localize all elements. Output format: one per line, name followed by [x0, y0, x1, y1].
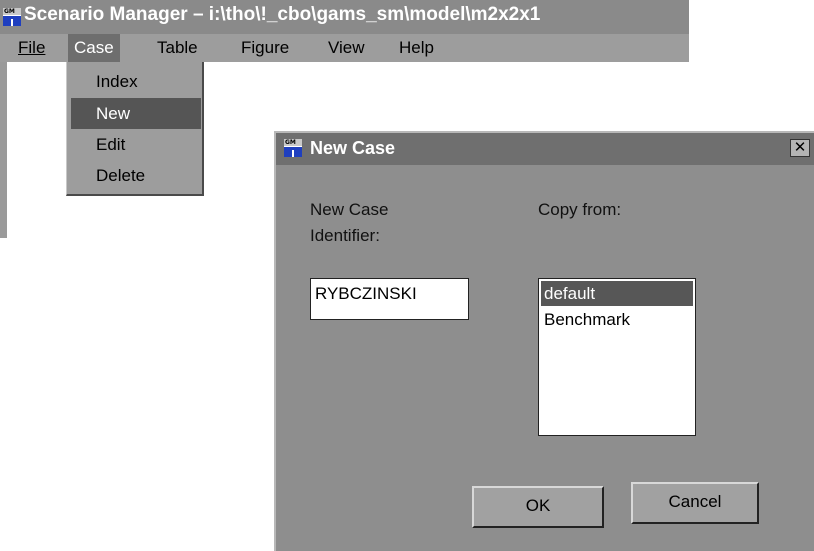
case-identifier-label-line2: Identifier:: [310, 226, 380, 245]
dialog-titlebar[interactable]: GM New Case ✕: [276, 133, 814, 165]
window-title: Scenario Manager – i:\tho\!_cbo\gams_sm\…: [24, 4, 541, 25]
menu-item-new[interactable]: New: [71, 98, 201, 129]
menubar: File Case Table Figure View Help: [0, 34, 689, 62]
menu-table[interactable]: Table: [151, 34, 204, 62]
menu-view-label: View: [328, 38, 365, 57]
case-identifier-label-line1: New Case: [310, 200, 389, 219]
app-icon[interactable]: GM: [3, 8, 21, 26]
cancel-button[interactable]: Cancel: [631, 482, 759, 524]
menu-figure[interactable]: Figure: [235, 34, 295, 62]
case-identifier-label: New Case Identifier:: [310, 197, 388, 249]
main-window-body: [0, 62, 7, 238]
menu-item-delete[interactable]: Delete: [71, 160, 201, 191]
case-identifier-input[interactable]: [310, 278, 469, 320]
menu-view[interactable]: View: [322, 34, 371, 62]
menu-table-label: Table: [157, 38, 198, 57]
dialog-title: New Case: [310, 138, 396, 158]
close-icon[interactable]: ✕: [790, 139, 810, 157]
list-item-benchmark[interactable]: Benchmark: [541, 307, 693, 332]
dialog-app-icon[interactable]: GM: [284, 139, 302, 157]
menu-item-new-label: New: [96, 104, 131, 123]
copy-from-label: Copy from:: [538, 200, 622, 219]
menu-item-delete-label: Delete: [96, 166, 146, 185]
list-item-default[interactable]: default: [541, 281, 693, 306]
menu-figure-label: Figure: [241, 38, 290, 57]
ok-button[interactable]: OK: [472, 486, 604, 528]
menu-file[interactable]: File: [12, 34, 51, 62]
menu-help[interactable]: Help: [393, 34, 440, 62]
new-case-dialog: GM New Case ✕ New Case Identifier: Copy …: [274, 131, 814, 551]
copy-from-listbox[interactable]: default Benchmark: [538, 278, 696, 436]
menu-item-index-label: Index: [96, 72, 138, 91]
case-dropdown-menu: Index New Edit Delete: [66, 62, 204, 196]
menu-item-edit-label: Edit: [96, 135, 126, 154]
menu-file-label: File: [18, 38, 46, 57]
menu-help-label: Help: [399, 38, 434, 57]
main-titlebar: GM Scenario Manager – i:\tho\!_cbo\gams_…: [0, 0, 689, 34]
menu-item-edit[interactable]: Edit: [71, 129, 201, 160]
menu-item-index[interactable]: Index: [71, 66, 201, 97]
menu-case[interactable]: Case: [68, 34, 120, 62]
menu-case-label: Case: [74, 38, 114, 57]
